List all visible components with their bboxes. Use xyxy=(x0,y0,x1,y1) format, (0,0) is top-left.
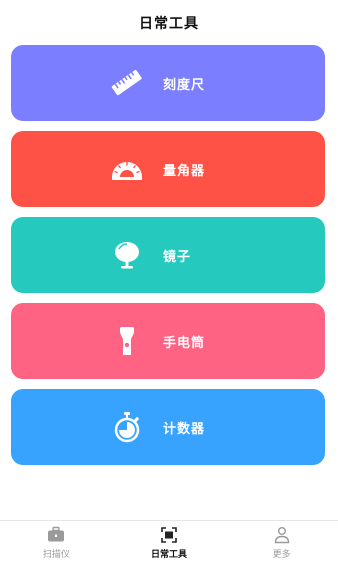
tab-daily-tools[interactable]: 日常工具 xyxy=(113,521,226,565)
counter-card[interactable]: 计数器 xyxy=(11,389,325,465)
page-title: 日常工具 xyxy=(139,16,199,32)
counter-label: 计数器 xyxy=(163,421,206,437)
header: 日常工具 xyxy=(0,0,338,40)
mirror-card[interactable]: 镜子 xyxy=(11,217,325,293)
tab-more-label: 更多 xyxy=(272,550,291,560)
flashlight-icon xyxy=(109,323,145,359)
scan-frame-icon xyxy=(159,526,179,544)
tab-scanner-label: 扫描仪 xyxy=(42,550,70,560)
protractor-label: 量角器 xyxy=(163,163,206,179)
ruler-card[interactable]: 刻度尺 xyxy=(11,45,325,121)
flashlight-card[interactable]: 手电筒 xyxy=(11,303,325,379)
mirror-label: 镜子 xyxy=(163,249,192,265)
tab-daily-tools-label: 日常工具 xyxy=(151,550,188,560)
tab-scanner[interactable]: 扫描仪 xyxy=(0,521,113,565)
tool-list: 刻度尺 量角器 镜子 手电筒 计数器 xyxy=(11,45,325,475)
protractor-card[interactable]: 量角器 xyxy=(11,131,325,207)
stopwatch-icon xyxy=(109,409,145,445)
flashlight-label: 手电筒 xyxy=(163,335,206,351)
person-icon xyxy=(272,526,292,544)
mirror-icon xyxy=(109,237,145,273)
bottom-tab-bar: 扫描仪 日常工具 更多 xyxy=(0,520,338,565)
ruler-label: 刻度尺 xyxy=(163,77,206,93)
briefcase-icon xyxy=(46,526,66,544)
protractor-icon xyxy=(109,151,145,187)
tab-more[interactable]: 更多 xyxy=(225,521,338,565)
ruler-icon xyxy=(109,65,145,101)
